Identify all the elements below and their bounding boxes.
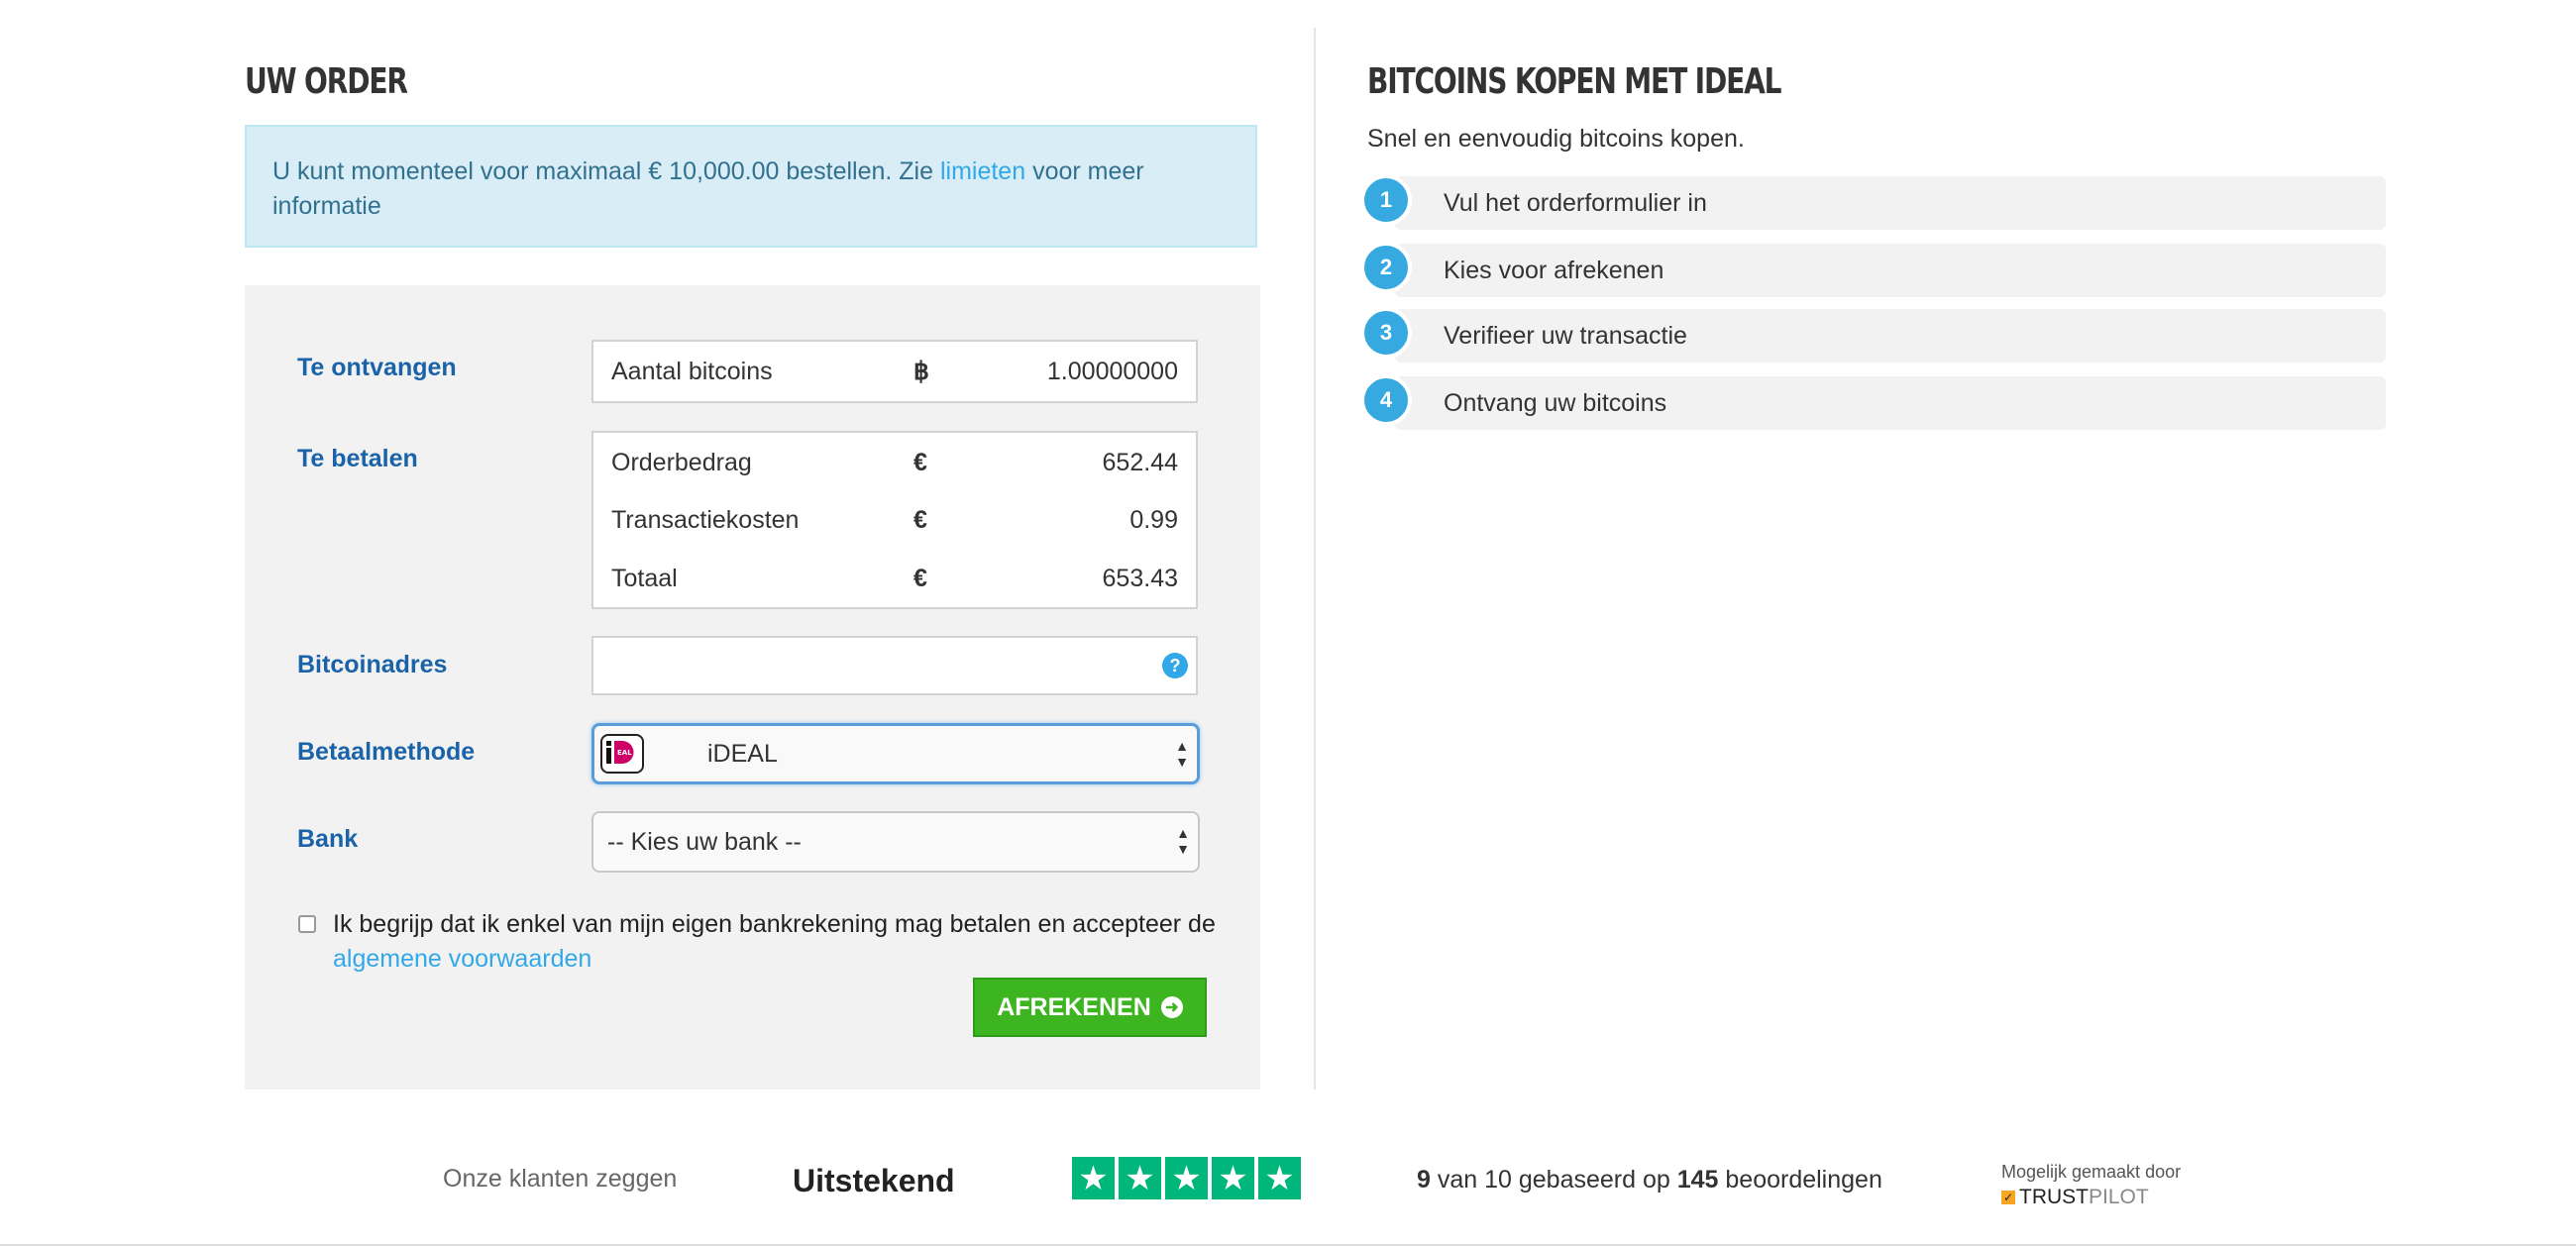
review-count: 145: [1676, 1166, 1719, 1194]
bank-select-value: -- Kies uw bank --: [607, 827, 802, 856]
step-number: 1: [1360, 174, 1412, 226]
limit-alert: U kunt momenteel voor maximaal € 10,000.…: [245, 125, 1257, 248]
star-icon: ★: [1212, 1157, 1254, 1199]
trustpilot-logo[interactable]: ✓ TRUST PILOT: [2001, 1186, 2149, 1209]
star-icon: ★: [1165, 1157, 1208, 1199]
payment-method-select[interactable]: EAL iDEAL ▲ ▼: [591, 723, 1200, 784]
terms-label: Ik begrijp dat ik enkel van mijn eigen b…: [333, 910, 1216, 938]
step-item: 1 Vul het orderformulier in: [1360, 174, 2386, 230]
terms-link[interactable]: algemene voorwaarden: [333, 945, 591, 973]
step-number: 3: [1360, 307, 1412, 359]
terms-checkbox[interactable]: [298, 915, 316, 933]
bitcoin-amount-label: Aantal bitcoins: [611, 357, 773, 385]
trustpilot-rating-word: Uitstekend: [793, 1163, 955, 1198]
total-value: 653.43: [1102, 564, 1178, 592]
checkout-label: AFREKENEN: [997, 992, 1151, 1021]
payment-method-label: Betaalmethode: [297, 738, 476, 766]
checkout-button[interactable]: AFREKENEN ➜: [973, 978, 1207, 1037]
receive-label: Te ontvangen: [297, 354, 457, 381]
column-divider: [1314, 28, 1316, 1090]
euro-currency: €: [913, 505, 927, 534]
step-text: Kies voor afrekenen: [1444, 257, 1664, 284]
select-arrows-icon: ▲ ▼: [1176, 825, 1190, 857]
order-title: UW ORDER: [245, 61, 408, 102]
step-number: 2: [1360, 242, 1412, 293]
trustpilot-intro: Onze klanten zeggen: [443, 1165, 678, 1193]
address-label: Bitcoinadres: [297, 651, 448, 678]
star-icon: ★: [1119, 1157, 1161, 1199]
total-label: Totaal: [611, 564, 678, 592]
trustpilot-stars: ★ ★ ★ ★ ★: [1072, 1157, 1301, 1199]
score-value: 9: [1417, 1166, 1431, 1194]
arrow-right-circle-icon: ➜: [1160, 996, 1183, 1018]
info-subtitle: Snel en eenvoudig bitcoins kopen.: [1367, 125, 1745, 153]
euro-currency: €: [913, 564, 927, 592]
trustpilot-score: 9 van 10 gebaseerd op 145 beoordelingen: [1417, 1166, 1882, 1194]
euro-currency: €: [913, 448, 927, 476]
info-title: BITCOINS KOPEN MET IDEAL: [1367, 61, 1782, 102]
help-icon[interactable]: ?: [1162, 653, 1188, 678]
fee-label: Transactiekosten: [611, 505, 800, 534]
pay-label: Te betalen: [297, 445, 418, 472]
step-text: Vul het orderformulier in: [1444, 189, 1707, 217]
step-number: 4: [1360, 374, 1412, 426]
limits-link[interactable]: limieten: [940, 157, 1025, 185]
receive-box: Aantal bitcoins ฿ 1.00000000: [591, 340, 1198, 403]
select-arrows-icon: ▲ ▼: [1175, 738, 1189, 770]
fee-value: 0.99: [1129, 505, 1178, 534]
step-item: 4 Ontvang uw bitcoins: [1360, 374, 2386, 430]
step-item: 2 Kies voor afrekenen: [1360, 242, 2386, 297]
bank-label: Bank: [297, 825, 359, 853]
step-text: Verifieer uw transactie: [1444, 322, 1687, 350]
star-icon: ★: [1258, 1157, 1301, 1199]
pay-box: Orderbedrag € 652.44 Transactiekosten € …: [591, 431, 1198, 609]
pay-row-order: Orderbedrag € 652.44: [611, 443, 1178, 482]
payment-method-value: iDEAL: [707, 739, 778, 768]
order-form: Te ontvangen Aantal bitcoins ฿ 1.0000000…: [245, 285, 1260, 1090]
alert-text: U kunt momenteel voor maximaal € 10,000.…: [272, 157, 940, 185]
order-amount-value: 652.44: [1102, 448, 1178, 476]
step-text: Ontvang uw bitcoins: [1444, 389, 1667, 417]
bitcoin-address-input[interactable]: [591, 636, 1198, 695]
ideal-logo-icon: EAL: [600, 734, 644, 774]
star-icon: ★: [1072, 1157, 1115, 1199]
powered-by-text: Mogelijk gemaakt door: [2001, 1162, 2182, 1182]
pay-row-fees: Transactiekosten € 0.99: [611, 500, 1178, 540]
svg-text:EAL: EAL: [617, 749, 632, 757]
bank-select[interactable]: -- Kies uw bank -- ▲ ▼: [591, 811, 1200, 873]
bitcoin-currency-icon: ฿: [913, 358, 929, 385]
checkmark-icon: ✓: [2001, 1191, 2015, 1204]
step-item: 3 Verifieer uw transactie: [1360, 307, 2386, 363]
bitcoin-amount-value: 1.00000000: [1046, 357, 1178, 385]
pay-row-total: Totaal € 653.43: [611, 559, 1178, 598]
terms-text: Ik begrijp dat ik enkel van mijn eigen b…: [333, 907, 1225, 977]
order-amount-label: Orderbedrag: [611, 448, 752, 476]
